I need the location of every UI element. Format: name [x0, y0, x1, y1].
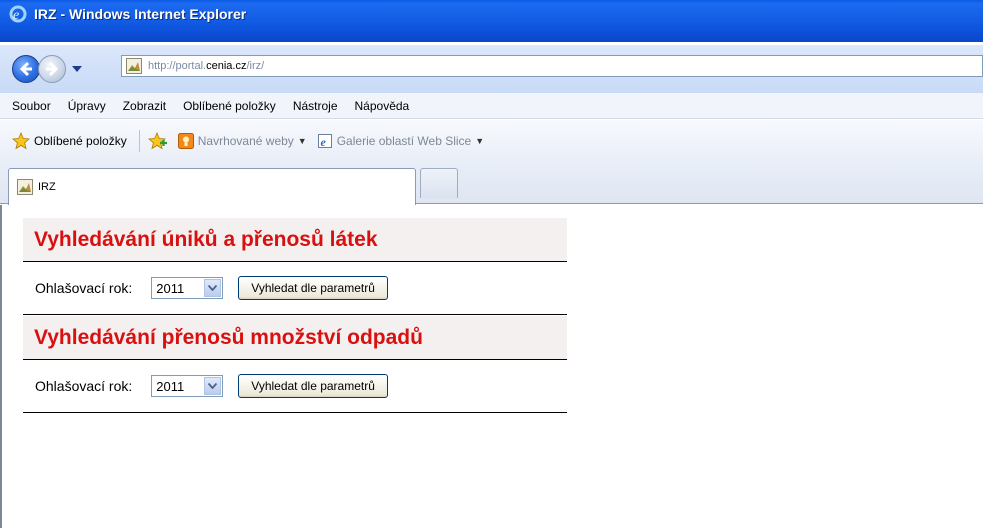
back-arrow-icon — [19, 61, 32, 77]
recent-pages-dropdown[interactable] — [70, 59, 84, 79]
section-header: Vyhledávání přenosů množství odpadů — [23, 316, 567, 360]
tab-row: IRZ — [0, 162, 983, 205]
section-heading: Vyhledávání přenosů množství odpadů — [34, 325, 423, 349]
search-by-parameters-button[interactable]: Vyhledat dle parametrů — [238, 374, 388, 398]
suggested-sites-icon — [177, 133, 194, 149]
toolbar-separator — [138, 130, 140, 152]
star-icon — [12, 132, 30, 150]
year-label: Ohlašovací rok: — [35, 280, 133, 296]
year-select-value: 2011 — [156, 280, 185, 296]
address-url: http://portal.cenia.cz/irz/ — [148, 60, 265, 72]
chevron-down-icon: ▼ — [297, 136, 307, 146]
search-by-parameters-button[interactable]: Vyhledat dle parametrů — [238, 276, 388, 300]
menu-help[interactable]: Nápověda — [355, 99, 410, 113]
window-title-bar: e IRZ - Windows Internet Explorer — [0, 0, 983, 42]
tab-irz[interactable]: IRZ — [8, 168, 416, 205]
year-label: Ohlašovací rok: — [35, 378, 133, 394]
search-form-row: Ohlašovací rok: 2011 Vyhledat dle parame… — [23, 262, 567, 315]
search-form-row: Ohlašovací rok: 2011 Vyhledat dle parame… — [23, 360, 567, 413]
site-favicon-icon — [17, 179, 33, 195]
ie-page-icon: e — [317, 134, 332, 149]
address-bar[interactable]: http://portal.cenia.cz/irz/ — [121, 55, 983, 77]
navigation-buttons — [12, 55, 84, 83]
back-button[interactable] — [12, 55, 40, 83]
year-select[interactable]: 2011 — [151, 277, 224, 299]
window-title: IRZ - Windows Internet Explorer — [34, 6, 247, 22]
svg-text:e: e — [320, 135, 326, 149]
favorites-bar: Oblíbené položky Navrhované weby ▼ e Gal… — [0, 120, 983, 162]
site-favicon-icon — [126, 58, 142, 74]
favorites-button[interactable]: Oblíbené položky — [12, 132, 127, 150]
section-header: Vyhledávání úniků a přenosů látek — [23, 218, 567, 262]
menu-view[interactable]: Zobrazit — [123, 99, 166, 113]
address-row: http://portal.cenia.cz/irz/ — [0, 45, 983, 93]
menu-favorites[interactable]: Oblíbené položky — [183, 99, 276, 113]
waste-transfer-search-section: Vyhledávání přenosů množství odpadů Ohla… — [23, 316, 567, 413]
add-favorite-star-icon — [147, 132, 167, 150]
favorites-label: Oblíbené položky — [34, 134, 127, 148]
new-tab-button[interactable] — [420, 168, 458, 198]
section-heading: Vyhledávání úniků a přenosů látek — [34, 227, 378, 251]
suggested-sites-label: Navrhované weby — [197, 134, 294, 148]
ie-logo-icon: e — [9, 5, 27, 23]
forward-arrow-icon — [46, 61, 59, 77]
chevron-down-icon: ▼ — [475, 136, 485, 146]
year-select[interactable]: 2011 — [151, 375, 224, 397]
menu-edit[interactable]: Úpravy — [68, 99, 106, 113]
tab-label: IRZ — [38, 181, 56, 193]
suggested-sites-button[interactable]: Navrhované weby ▼ — [177, 133, 307, 149]
page-content: Vyhledávání úniků a přenosů látek Ohlašo… — [0, 205, 983, 528]
forward-button[interactable] — [38, 55, 66, 83]
chevron-down-icon[interactable] — [204, 279, 222, 297]
web-slice-gallery-button[interactable]: e Galerie oblastí Web Slice ▼ — [317, 133, 484, 149]
year-select-value: 2011 — [156, 378, 185, 394]
add-to-favorites-bar-button[interactable] — [147, 132, 168, 150]
svg-text:e: e — [13, 8, 19, 23]
chevron-down-icon[interactable] — [204, 377, 222, 395]
menu-file[interactable]: Soubor — [12, 99, 51, 113]
menu-tools[interactable]: Nástroje — [293, 99, 338, 113]
emissions-search-section: Vyhledávání úniků a přenosů látek Ohlašo… — [23, 218, 567, 315]
menu-bar: Soubor Úpravy Zobrazit Oblíbené položky … — [0, 93, 983, 119]
web-slice-gallery-label: Galerie oblastí Web Slice — [336, 134, 472, 148]
chevron-down-icon — [72, 66, 82, 72]
